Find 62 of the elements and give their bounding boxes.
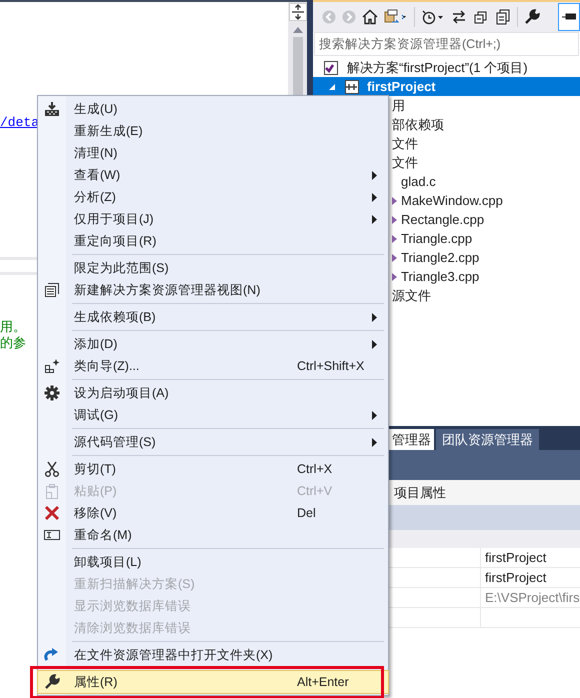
pin-button[interactable] xyxy=(558,3,580,31)
expand-toggle-icon[interactable] xyxy=(391,273,398,281)
code-comment: 的参 xyxy=(0,335,26,351)
scissors-icon xyxy=(44,461,60,477)
shortcut-label: Ctrl+X xyxy=(297,462,332,476)
menu-item[interactable]: 卸载项目(L) xyxy=(38,551,388,573)
shortcut-label: Del xyxy=(297,506,316,520)
expand-toggle-icon[interactable] xyxy=(391,216,398,224)
curved-arrow-icon xyxy=(44,647,60,663)
code-link[interactable]: /deta xyxy=(0,115,40,130)
history-icon[interactable] xyxy=(421,9,445,25)
wrench-icon xyxy=(44,674,60,690)
sync-view-icon[interactable] xyxy=(384,9,408,25)
code-comment: 用。 xyxy=(0,319,26,335)
split-icon[interactable] xyxy=(288,3,306,21)
scroll-up-icon[interactable] xyxy=(292,27,302,33)
menu-item[interactable]: 添加(D) xyxy=(38,333,388,355)
menu-item[interactable]: 移除(V) Del xyxy=(38,502,388,524)
build-icon xyxy=(44,101,60,117)
pin-icon xyxy=(562,13,576,21)
menu-item[interactable]: 调试(G) xyxy=(38,404,388,426)
project-icon xyxy=(344,79,360,95)
panel-tab[interactable]: 团队资源管理器 xyxy=(436,429,539,450)
new-window-icon xyxy=(44,282,60,298)
menu-item[interactable]: 设为启动项目(A) xyxy=(38,382,388,404)
class-wizard-icon xyxy=(44,358,60,374)
expand-toggle-icon[interactable] xyxy=(391,197,398,205)
property-value: firstProject xyxy=(484,569,546,587)
rename-icon xyxy=(44,529,60,541)
menu-item[interactable]: 生成依赖项(B) xyxy=(38,306,388,328)
solution-icon xyxy=(323,60,339,76)
clipboard-icon xyxy=(44,483,60,499)
collapse-icon[interactable] xyxy=(473,9,489,25)
tree-item[interactable]: firstProject xyxy=(313,77,580,96)
menu-item[interactable]: 生成(U) xyxy=(38,98,388,120)
expand-toggle-icon[interactable] xyxy=(329,83,336,91)
property-value: firstProject xyxy=(484,549,546,567)
tree-item[interactable]: 解决方案“firstProject”(1 个项目) xyxy=(313,58,580,77)
menu-item[interactable]: 属性(R) Alt+Enter xyxy=(38,671,388,693)
shortcut-label: Ctrl+Shift+X xyxy=(297,359,364,373)
menu-item[interactable]: 查看(W) xyxy=(38,164,388,186)
sync-arrows-icon[interactable] xyxy=(451,9,467,25)
close-icon xyxy=(44,505,60,521)
shortcut-label: Alt+Enter xyxy=(297,675,349,689)
property-value: E:\VSProject\firs xyxy=(484,589,580,607)
menu-item[interactable]: 在文件资源管理器中打开文件夹(X) xyxy=(38,644,388,666)
gear-icon xyxy=(44,385,60,401)
menu-item[interactable]: 清理(N) xyxy=(38,142,388,164)
home-icon[interactable] xyxy=(362,9,378,25)
show-all-files-icon[interactable] xyxy=(495,9,511,25)
menu-item[interactable]: 类向导(Z)... Ctrl+Shift+X xyxy=(38,355,388,377)
menu-item[interactable]: 重命名(M) xyxy=(38,524,388,546)
menu-item[interactable]: 源代码管理(S) xyxy=(38,431,388,453)
panel-tab[interactable]: 管理器 xyxy=(389,429,434,450)
menu-item[interactable]: 剪切(T) Ctrl+X xyxy=(38,458,388,480)
properties-title: 项目属性 xyxy=(394,484,446,502)
expand-toggle-icon[interactable] xyxy=(391,235,398,243)
expand-toggle-icon[interactable] xyxy=(391,254,398,262)
menu-item[interactable]: 重新生成(E) xyxy=(38,120,388,142)
wrench-icon[interactable] xyxy=(524,9,540,25)
shortcut-label: Ctrl+V xyxy=(297,484,332,498)
search-field[interactable]: 搜索解决方案资源管理器(Ctrl+;) xyxy=(314,32,579,56)
